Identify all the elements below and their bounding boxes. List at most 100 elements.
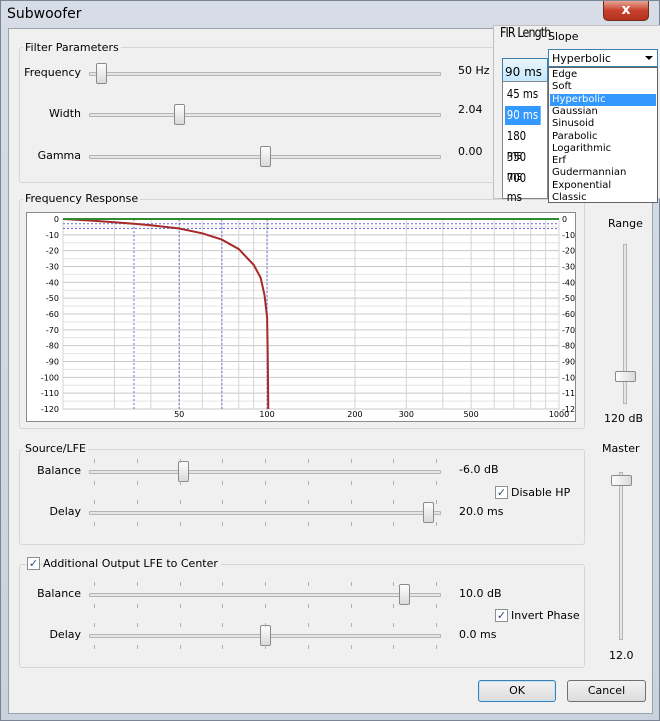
subwoofer-window: Subwoofer x Filter Parameters Frequency …: [0, 0, 660, 721]
fir-length-option[interactable]: 90 ms: [505, 106, 541, 125]
master-label: Master: [602, 442, 640, 455]
additional-balance-slider-thumb[interactable]: [399, 584, 411, 605]
slope-option[interactable]: Classic: [550, 192, 656, 204]
chevron-down-icon[interactable]: [645, 56, 653, 60]
fir-length-option[interactable]: 350 ms: [505, 148, 541, 183]
y-tick-label-left: -110: [41, 389, 59, 398]
frequency-label: Frequency: [24, 66, 81, 79]
slider-tick: [350, 582, 352, 586]
width-slider-thumb[interactable]: [174, 104, 186, 125]
slider-tick: [222, 481, 224, 485]
y-tick-label-left: -10: [46, 231, 59, 240]
source-balance-slider-track[interactable]: [89, 470, 441, 474]
ok-button[interactable]: OK: [478, 680, 556, 702]
slider-tick: [307, 645, 309, 649]
close-icon: x: [621, 2, 631, 18]
slider-tick: [265, 459, 266, 463]
width-slider-track[interactable]: [89, 113, 441, 117]
title-bar[interactable]: Subwoofer x: [1, 1, 659, 27]
source-delay-slider-track[interactable]: [89, 511, 441, 515]
slider-tick: [179, 522, 181, 526]
slider-tick: [436, 459, 437, 463]
y-tick-label-left: -70: [46, 326, 59, 335]
additional-balance-value: 10.0 dB: [459, 587, 502, 600]
slope-option[interactable]: Exponential: [550, 180, 656, 192]
source-balance-value: -6.0 dB: [459, 463, 499, 476]
slider-tick: [136, 522, 138, 526]
range-slider-thumb[interactable]: [615, 370, 636, 382]
master-slider-track[interactable]: [619, 472, 623, 640]
slope-option[interactable]: Logarithmic: [550, 143, 656, 155]
slider-tick: [179, 459, 181, 463]
source-delay-slider-thumb[interactable]: [423, 502, 435, 523]
slope-combobox[interactable]: Hyperbolic: [548, 49, 658, 67]
slider-tick: [94, 645, 95, 649]
y-tick-label-left: 0: [54, 215, 59, 224]
y-tick-label-right: -80: [562, 342, 575, 351]
additional-output-label[interactable]: Additional Output LFE to Center: [43, 557, 221, 570]
additional-delay-slider-thumb[interactable]: [259, 625, 271, 646]
slider-tick: [436, 522, 437, 526]
gamma-slider-thumb[interactable]: [259, 146, 271, 167]
slider-tick: [265, 500, 266, 504]
disable-hp-checkbox[interactable]: ✓: [495, 486, 508, 499]
slope-option[interactable]: Erf: [550, 155, 656, 167]
x-tick-label: 1000: [549, 410, 569, 419]
slider-tick: [222, 500, 224, 504]
y-tick-label-left: -90: [46, 358, 59, 367]
slope-option[interactable]: Soft: [550, 81, 656, 93]
fir-length-list[interactable]: 45 ms 90 ms 180 ms 350 ms 700 ms: [502, 81, 548, 204]
y-tick-label-right: -60: [562, 310, 575, 319]
y-tick-label-left: -20: [46, 247, 59, 256]
disable-hp-label[interactable]: Disable HP: [511, 486, 570, 499]
frequency-slider-thumb[interactable]: [95, 63, 107, 84]
frequency-slider-track[interactable]: [89, 72, 441, 76]
fir-length-option[interactable]: 700 ms: [505, 169, 541, 204]
source-delay-label: Delay: [49, 505, 81, 518]
additional-balance-slider-track[interactable]: [89, 593, 441, 597]
slope-option[interactable]: Hyperbolic: [550, 93, 656, 106]
y-tick-label-left: -50: [46, 294, 59, 303]
slider-tick: [393, 623, 395, 627]
master-slider-thumb[interactable]: [611, 475, 632, 487]
slider-tick: [350, 481, 352, 485]
slider-tick: [265, 604, 266, 608]
slider-tick: [393, 645, 395, 649]
width-value: 2.04: [458, 103, 483, 116]
y-tick-label-left: -100: [41, 373, 59, 382]
close-button[interactable]: x: [603, 1, 649, 21]
slider-tick: [436, 481, 437, 485]
slider-tick: [436, 645, 437, 649]
slider-tick: [307, 522, 309, 526]
x-tick-label: 500: [463, 410, 478, 419]
slider-tick: [393, 604, 395, 608]
slider-tick: [222, 522, 224, 526]
slider-tick: [136, 459, 138, 463]
invert-phase-label[interactable]: Invert Phase: [511, 609, 580, 622]
slider-tick: [94, 582, 95, 586]
slope-title: Slope: [548, 30, 579, 43]
slider-tick: [94, 500, 95, 504]
check-icon: ✓: [28, 557, 39, 570]
slope-option[interactable]: Sinusoid: [550, 118, 656, 130]
fir-length-title: FIR Length: [500, 26, 551, 41]
additional-output-checkbox[interactable]: ✓: [27, 557, 40, 570]
cancel-button[interactable]: Cancel: [567, 680, 646, 702]
invert-phase-checkbox[interactable]: ✓: [495, 609, 508, 622]
slope-dropdown-list[interactable]: Edge Soft Hyperbolic Gaussian Sinusoid Parabo…: [548, 67, 658, 203]
slider-tick: [307, 582, 309, 586]
slope-option[interactable]: Parabolic: [550, 131, 656, 143]
fir-length-option[interactable]: 45 ms: [505, 85, 541, 104]
slider-tick: [222, 623, 224, 627]
slope-option[interactable]: Edge: [550, 69, 656, 81]
slider-tick: [265, 481, 266, 485]
slider-tick: [179, 481, 181, 485]
slope-option[interactable]: Gaussian: [550, 106, 656, 118]
slider-tick: [94, 623, 95, 627]
slider-tick: [94, 481, 95, 485]
fir-length-option[interactable]: 180 ms: [505, 127, 541, 162]
y-tick-label-right: -50: [562, 294, 575, 303]
y-tick-label-left: -40: [46, 278, 59, 287]
source-balance-slider-thumb[interactable]: [177, 461, 189, 482]
slope-option[interactable]: Gudermannian: [550, 167, 656, 179]
